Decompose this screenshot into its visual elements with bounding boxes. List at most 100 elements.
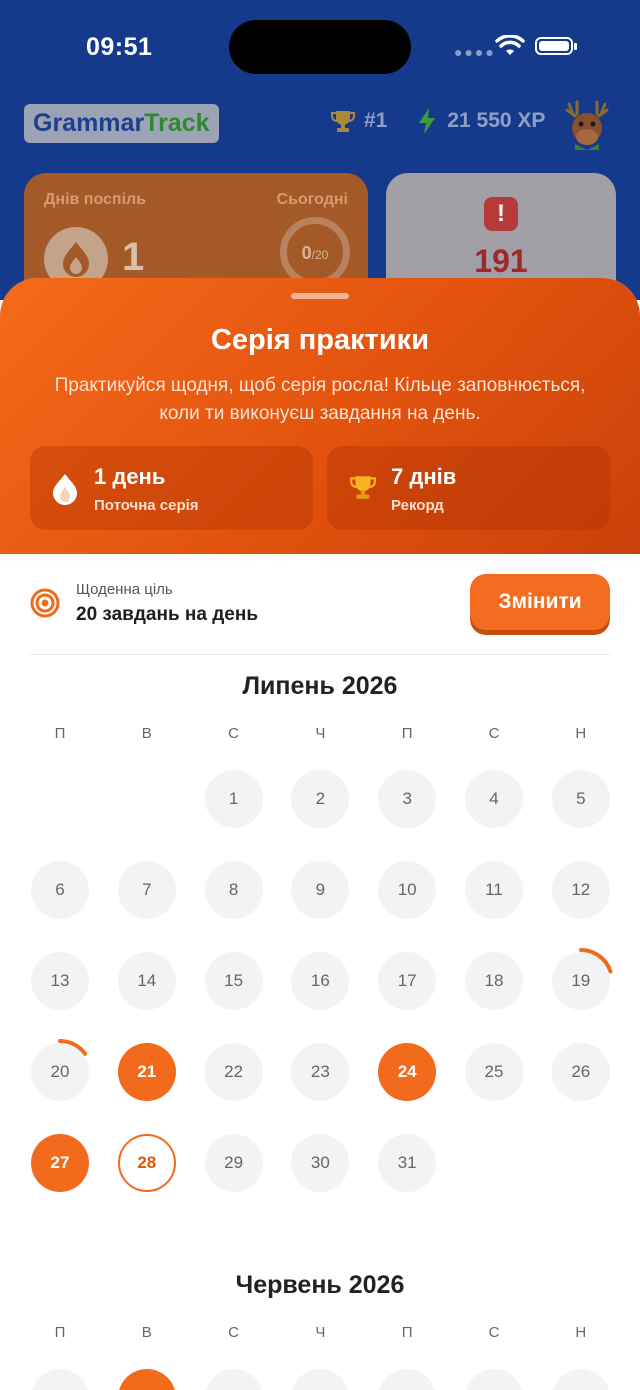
weekday-label: С	[228, 725, 240, 742]
current-streak-value: 1 день	[94, 464, 166, 489]
calendar-day[interactable]: 7	[117, 861, 176, 919]
calendar-day[interactable]: 29	[204, 1134, 263, 1192]
calendar-day[interactable]: 3	[378, 770, 437, 828]
calendar-day[interactable]: 8	[204, 861, 263, 919]
month-title: Липень 2026	[242, 672, 398, 700]
calendar-day[interactable]: 2	[291, 770, 350, 828]
calendar-day-number: 4	[489, 789, 499, 808]
calendar-day[interactable]	[551, 1369, 610, 1390]
current-streak-box: 1 день Поточна серія	[30, 446, 313, 530]
flame-icon	[53, 474, 77, 505]
calendar-day[interactable]: 16	[291, 952, 350, 1010]
calendar-day-number: 21	[137, 1062, 157, 1081]
sheet-drag-handle[interactable]	[291, 293, 349, 299]
status-bar: 09:51 ●●●●	[0, 0, 640, 95]
weekday-label: П	[401, 1324, 413, 1341]
calendar-day[interactable]	[204, 1369, 263, 1390]
calendar-day[interactable]	[117, 1369, 176, 1390]
change-goal-button[interactable]: Змінити	[470, 574, 610, 630]
calendar-day[interactable]: 5	[551, 770, 610, 828]
moose-avatar[interactable]	[561, 98, 613, 150]
calendar-day-number: 8	[228, 880, 239, 899]
calendar-day-number: 2	[315, 789, 326, 808]
calendar-day[interactable]: 15	[204, 952, 263, 1010]
weekday-label: В	[141, 725, 152, 742]
calendar-day[interactable]	[378, 1369, 437, 1390]
trophy-icon	[331, 111, 355, 132]
weekday-label: Н	[575, 1324, 587, 1341]
today-label: Сьогодні	[276, 191, 348, 208]
record-streak-value: 7 днів	[391, 464, 457, 489]
daily-goal-label: Щоденна ціль	[76, 581, 173, 598]
weekday-label: С	[488, 1324, 500, 1341]
calendar-day[interactable]: 24	[378, 1043, 437, 1101]
xp-counter: 21 550 XP	[447, 109, 546, 132]
logo-text-track: Track	[144, 109, 210, 137]
today-done-value: 0	[301, 243, 312, 263]
streak-hero: Серія практики Практикуйся щодня, щоб се…	[0, 278, 640, 554]
calendar-day-number: 1	[228, 789, 239, 808]
daily-goal-row: Щоденна ціль 20 завдань на день Змінити	[0, 554, 640, 654]
weekday-label: П	[54, 725, 66, 742]
flame-icon	[63, 242, 89, 277]
calendar-day-number: 7	[142, 880, 152, 899]
calendar-day-number: 22	[224, 1062, 244, 1081]
calendar-day[interactable]: 19	[547, 948, 614, 1014]
weekday-label: С	[488, 725, 500, 742]
weekday-label: П	[401, 725, 413, 742]
calendar-day[interactable]: 9	[291, 861, 350, 919]
calendar-day[interactable]	[31, 1369, 89, 1390]
calendar-day[interactable]: 23	[291, 1043, 350, 1101]
calendar-day[interactable]: 4	[465, 770, 523, 828]
calendar-day[interactable]: 17	[378, 952, 437, 1010]
wifi-icon	[495, 35, 525, 55]
calendar-day-number: 5	[576, 789, 586, 808]
calendar-day-number: 13	[50, 971, 70, 990]
calendar-day[interactable]	[291, 1369, 350, 1390]
calendar-day-number: 27	[50, 1153, 70, 1172]
calendar-day-number: 19	[571, 971, 591, 990]
calendar-day[interactable]: 21	[117, 1043, 176, 1101]
sheet-description: Практикуйся щодня, щоб серія росла! Кіль…	[54, 375, 586, 424]
header-stats: #1 21 550 XP	[330, 107, 545, 135]
calendar-day[interactable]: 25	[465, 1043, 523, 1101]
calendar-day[interactable]: 6	[31, 861, 89, 919]
weekday-label: Ч	[315, 725, 326, 742]
leaderboard-rank[interactable]: #1	[364, 109, 387, 133]
weekday-label: Ч	[315, 1324, 326, 1341]
calendar-day[interactable]: 31	[378, 1134, 437, 1192]
calendar-day-number: 24	[397, 1062, 417, 1081]
calendar-day[interactable]: 11	[465, 861, 523, 919]
calendar-day[interactable]: 10	[378, 861, 437, 919]
current-streak-label: Поточна серія	[94, 497, 199, 514]
calendar-day-number: 30	[310, 1153, 330, 1172]
calendar-day[interactable]: 27	[31, 1134, 89, 1192]
calendar-day[interactable]: 30	[291, 1134, 350, 1192]
calendar-day[interactable]: 26	[551, 1043, 610, 1101]
status-time: 09:51	[86, 33, 153, 61]
calendar-day[interactable]: 22	[204, 1043, 263, 1101]
calendar-day-number: 10	[397, 880, 417, 899]
alert-icon: !	[484, 197, 518, 231]
calendar-day[interactable]: 13	[31, 952, 89, 1010]
calendar-day[interactable]: 1	[204, 770, 263, 828]
today-total-value: /20	[311, 248, 329, 262]
calendar-day-number: 31	[397, 1153, 417, 1172]
calendar-day[interactable]: 14	[117, 952, 176, 1010]
calendar-day-number: 14	[137, 971, 157, 990]
app-logo: Grammar Track	[24, 104, 219, 143]
daily-goal-value: 20 завдань на день	[76, 604, 259, 625]
logo-text-grammar: Grammar	[33, 109, 145, 137]
lightning-icon	[419, 108, 436, 134]
calendar-day-number: 25	[484, 1062, 504, 1081]
record-streak-box: 7 днів Рекорд	[327, 446, 610, 530]
calendar-day-number: 15	[224, 971, 244, 990]
calendar-day[interactable]: 12	[551, 861, 610, 919]
calendar-day[interactable]: 18	[465, 952, 523, 1010]
calendar-day-number: 12	[571, 880, 591, 899]
calendar-day[interactable]: 20	[27, 1039, 93, 1105]
calendar-day[interactable]	[465, 1369, 523, 1390]
calendar-day[interactable]: 28	[117, 1134, 176, 1192]
battery-icon	[535, 37, 577, 55]
calendar-day-number: 11	[485, 880, 503, 899]
